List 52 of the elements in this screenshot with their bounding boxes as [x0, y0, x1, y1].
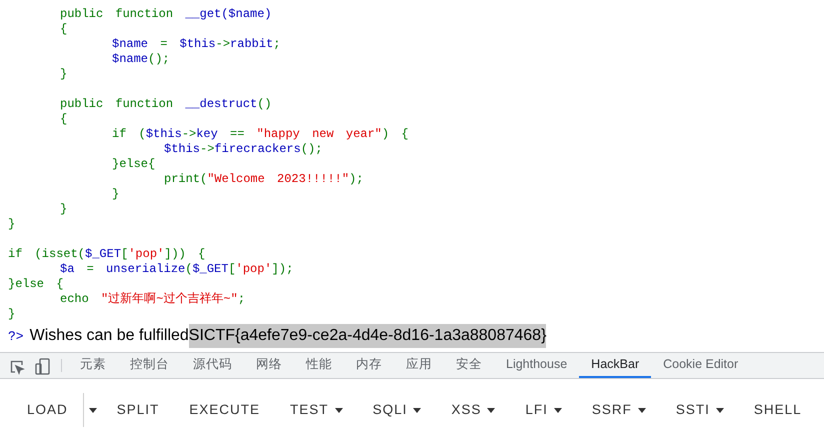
caret-icon — [487, 408, 496, 412]
caret-icon — [716, 408, 724, 412]
code-line: { — [59, 112, 68, 126]
code-line: if (isset($_GET['pop'])) { — [8, 247, 206, 261]
code-line: public function __destruct() — [59, 97, 272, 111]
code-line: $name(); — [111, 52, 170, 66]
hackbar-button[interactable]: SHELL — [738, 392, 817, 428]
output-message: Wishes can be fulfilled — [30, 326, 189, 346]
devtools-tab[interactable]: 源代码 — [181, 353, 244, 378]
caret-icon — [413, 408, 422, 412]
hackbar-button[interactable]: LOAD — [12, 392, 83, 428]
devtools-tab[interactable]: 内存 — [344, 353, 394, 378]
code-line: } — [59, 67, 68, 81]
flag-text: SICTF{a4efe7e9-ce2a-4d4e-8d16-1a3a88087468} — [188, 324, 546, 348]
code-line: } — [111, 187, 120, 201]
devtools-tab[interactable]: Cookie Editor — [651, 353, 750, 378]
code-line: if ($this->key == "happy new year") { — [111, 127, 408, 141]
code-line: { — [59, 22, 68, 36]
code-line: $this->firecrackers(); — [163, 142, 322, 156]
hackbar-button[interactable]: LFI — [510, 392, 577, 428]
devtools-tab[interactable]: 网络 — [244, 353, 294, 378]
code-line: }else { — [8, 277, 64, 291]
inspect-icon[interactable] — [9, 359, 25, 375]
devtools-tab[interactable]: 性能 — [294, 353, 344, 378]
caret-icon — [554, 408, 562, 412]
hackbar-button[interactable]: XSS — [436, 392, 510, 428]
hackbar-button[interactable]: SPLIT — [102, 392, 174, 428]
php-closing-tag: ?> — [8, 327, 24, 346]
code-line: $a = unserialize($_GET['pop']); — [59, 262, 294, 276]
code-line: public function __get($name) — [59, 7, 272, 21]
devtools-tab[interactable]: 应用 — [394, 353, 444, 378]
hackbar-button[interactable]: TEST — [275, 392, 358, 428]
device-icon[interactable] — [35, 358, 51, 375]
devtools-tab[interactable]: 控制台 — [118, 353, 181, 378]
devtools-tab[interactable]: 安全 — [444, 353, 494, 378]
devtools-tab[interactable]: 元素 — [68, 353, 118, 378]
caret-icon — [334, 408, 343, 412]
code-line: } — [8, 217, 16, 231]
devtools-tab[interactable]: HackBar — [579, 353, 652, 378]
code-line: } — [59, 202, 68, 216]
hackbar-button[interactable]: SSTI — [660, 392, 739, 428]
code-line: } — [8, 307, 16, 321]
code-line: }else{ — [111, 157, 156, 171]
devtools-tab[interactable]: Lighthouse — [494, 353, 580, 378]
hackbar-button[interactable]: SSRF — [576, 392, 661, 428]
hackbar-button[interactable]: SQLI — [358, 392, 436, 428]
code-line: echo "过新年啊~过个吉祥年~"; — [59, 292, 246, 306]
code-line: $name = $this->rabbit; — [111, 37, 280, 51]
caret-icon — [638, 408, 646, 412]
code-line: print("Welcome 2023!!!!!"); — [163, 172, 364, 186]
hackbar-button[interactable]: EXECUTE — [174, 392, 276, 428]
caret-icon — [88, 408, 97, 412]
